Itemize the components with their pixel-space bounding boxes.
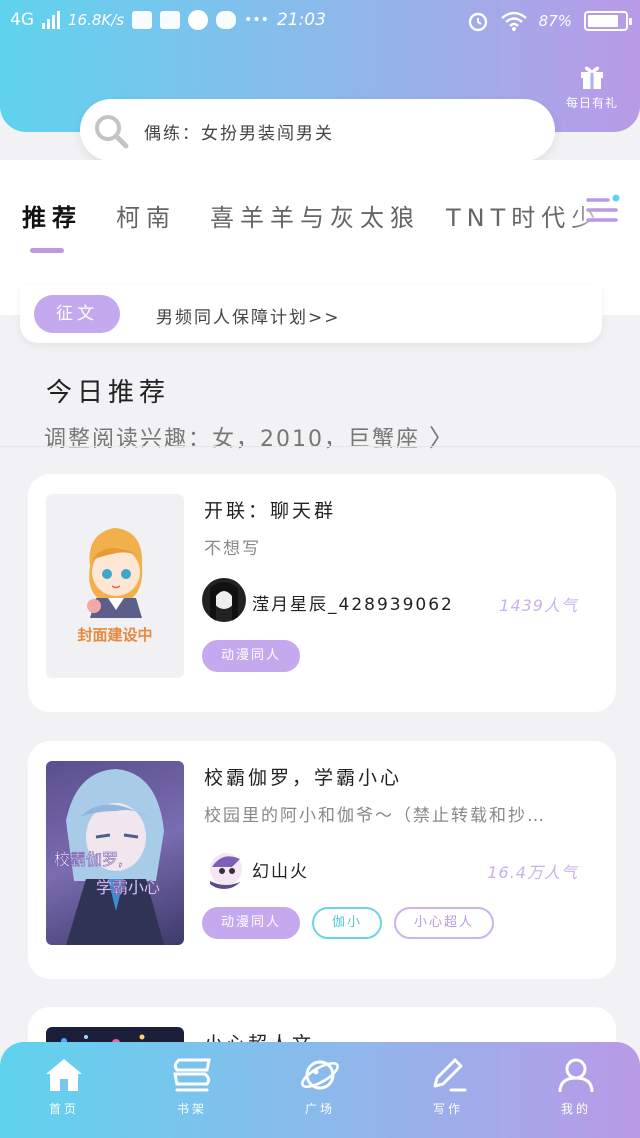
gift-icon bbox=[581, 66, 603, 89]
nav-label: 首页 bbox=[48, 1102, 79, 1116]
reading-interest-text: 调整阅读兴趣：女，2010，巨蟹座 bbox=[44, 427, 420, 452]
database-icon bbox=[216, 11, 237, 29]
search-input[interactable]: 偶练：女扮男装闯男关 bbox=[80, 99, 555, 161]
nav-label: 广场 bbox=[304, 1102, 335, 1116]
bag-icon bbox=[132, 11, 153, 29]
bookshelf-icon bbox=[173, 1058, 211, 1092]
book-cover: 封面建设中 bbox=[46, 494, 184, 678]
tab-pleasant-goat[interactable]: 喜羊羊与灰太狼 bbox=[210, 198, 420, 233]
popularity-count: 16.4万人气 bbox=[487, 863, 578, 882]
cover-placeholder-illustration: 封面建设中 bbox=[77, 528, 153, 644]
nav-mine[interactable]: 我的 bbox=[536, 1056, 616, 1117]
tag[interactable]: 动漫同人 bbox=[202, 640, 301, 672]
nav-write[interactable]: 写作 bbox=[408, 1056, 488, 1117]
book-card[interactable]: 封面建设中 开联：聊天群 不想写 滢月星辰_428939062 1439人气 动… bbox=[28, 474, 616, 712]
chevron-right-icon: 〉 bbox=[429, 424, 455, 452]
section-title: 今日推荐 bbox=[46, 378, 171, 408]
status-bar: 4G 16.8K/s ••• 21:03 87% bbox=[0, 0, 640, 44]
avatar[interactable] bbox=[202, 578, 246, 622]
tag[interactable]: 小心超人 bbox=[394, 907, 495, 939]
nav-label: 写作 bbox=[432, 1102, 463, 1116]
book-title: 校霸伽罗，学霸小心 bbox=[204, 767, 403, 789]
battery-icon bbox=[584, 11, 632, 31]
tab-recommend[interactable]: 推荐 bbox=[22, 198, 82, 233]
wifi-icon bbox=[500, 11, 527, 31]
nav-label: 我的 bbox=[560, 1102, 591, 1116]
author-name[interactable]: 幻山火 bbox=[252, 857, 309, 882]
app-icon bbox=[188, 10, 209, 30]
search-icon bbox=[95, 115, 129, 149]
tag[interactable]: 伽小 bbox=[312, 907, 383, 939]
svg-text:校霸伽罗,: 校霸伽罗, bbox=[54, 850, 123, 869]
signal-icon bbox=[42, 11, 60, 29]
notice-text[interactable]: 男频同人保障计划>> bbox=[156, 303, 341, 328]
nav-home[interactable]: 首页 bbox=[24, 1056, 104, 1117]
network-type: 4G bbox=[10, 10, 34, 30]
notice-badge: 征文 bbox=[34, 295, 120, 333]
cover-label: 封面建设中 bbox=[77, 626, 152, 644]
tag-list: 动漫同人 伽小 小心超人 bbox=[202, 907, 495, 939]
cover-illustration: 校霸伽罗, 学霸小心 bbox=[54, 769, 164, 945]
pen-icon bbox=[433, 1058, 467, 1092]
reading-interest-link[interactable]: 调整阅读兴趣：女，2010，巨蟹座 〉 bbox=[44, 418, 455, 453]
divider bbox=[0, 446, 640, 447]
active-tab-indicator bbox=[30, 248, 64, 253]
notice-bar[interactable]: 征文 男频同人保障计划>> bbox=[20, 285, 602, 343]
clock-time: 21:03 bbox=[276, 10, 326, 30]
author-name[interactable]: 滢月星辰_428939062 bbox=[252, 590, 454, 615]
book-cover: 校霸伽罗, 学霸小心 bbox=[46, 761, 184, 945]
mail-icon bbox=[160, 11, 181, 29]
book-description: 不想写 bbox=[204, 539, 261, 559]
bottom-navigation: 首页 书架 广场 写作 我的 bbox=[0, 1042, 640, 1138]
nav-bookshelf[interactable]: 书架 bbox=[152, 1056, 232, 1117]
tab-conan[interactable]: 柯南 bbox=[116, 198, 176, 233]
book-card[interactable]: 校霸伽罗, 学霸小心 校霸伽罗，学霸小心 校园里的阿小和伽爷～（禁止转载和抄… … bbox=[28, 741, 616, 979]
daily-gift-button[interactable]: 每日有礼 bbox=[560, 62, 624, 111]
tag-list: 动漫同人 bbox=[202, 640, 301, 672]
svg-text:学霸小心: 学霸小心 bbox=[96, 878, 160, 897]
tag[interactable]: 动漫同人 bbox=[202, 907, 301, 939]
book-title: 开联：聊天群 bbox=[204, 500, 337, 522]
nav-plaza[interactable]: 广场 bbox=[280, 1056, 360, 1117]
book-description: 校园里的阿小和伽爷～（禁止转载和抄… bbox=[204, 806, 546, 826]
network-speed: 16.8K/s bbox=[68, 11, 125, 29]
more-dots: ••• bbox=[244, 12, 269, 28]
avatar[interactable] bbox=[202, 845, 246, 889]
gift-label: 每日有礼 bbox=[565, 96, 618, 110]
nav-label: 书架 bbox=[176, 1102, 207, 1116]
planet-icon bbox=[301, 1060, 339, 1090]
home-icon bbox=[46, 1059, 82, 1091]
popularity-count: 1439人气 bbox=[499, 596, 578, 615]
alarm-icon bbox=[468, 12, 487, 32]
battery-percent: 87% bbox=[538, 12, 572, 30]
search-placeholder: 偶练：女扮男装闯男关 bbox=[144, 124, 334, 144]
category-menu-icon[interactable] bbox=[586, 194, 622, 228]
user-icon bbox=[558, 1058, 594, 1093]
